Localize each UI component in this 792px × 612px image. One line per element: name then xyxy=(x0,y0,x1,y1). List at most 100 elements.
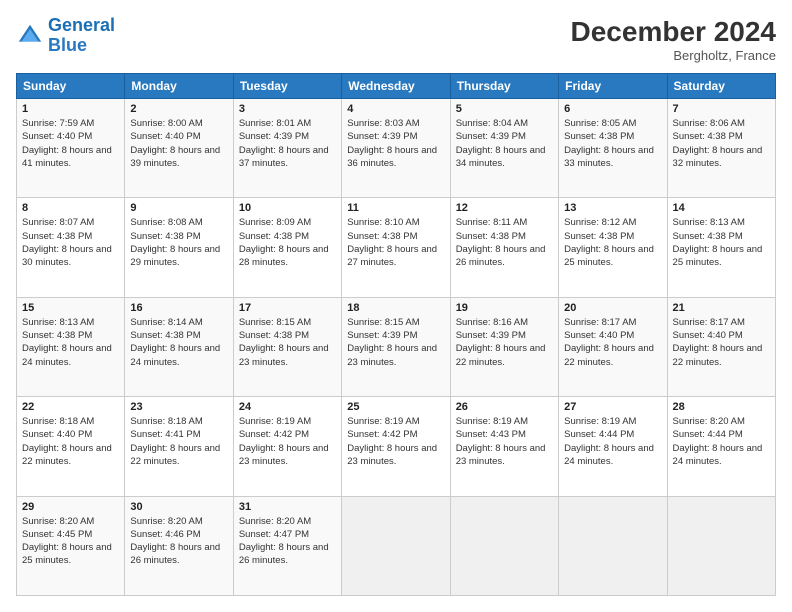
calendar-cell: 23 Sunrise: 8:18 AMSunset: 4:41 PMDayligh… xyxy=(125,397,233,496)
day-info: Sunrise: 8:03 AMSunset: 4:39 PMDaylight:… xyxy=(347,117,444,170)
day-info: Sunrise: 8:12 AMSunset: 4:38 PMDaylight:… xyxy=(564,216,661,269)
day-info: Sunrise: 8:10 AMSunset: 4:38 PMDaylight:… xyxy=(347,216,444,269)
day-number: 26 xyxy=(456,401,553,413)
calendar-cell xyxy=(450,496,558,595)
day-info: Sunrise: 8:17 AMSunset: 4:40 PMDaylight:… xyxy=(564,316,661,369)
calendar-cell: 11 Sunrise: 8:10 AMSunset: 4:38 PMDayligh… xyxy=(342,198,450,297)
col-header-friday: Friday xyxy=(559,74,667,99)
calendar-cell: 9 Sunrise: 8:08 AMSunset: 4:38 PMDaylight… xyxy=(125,198,233,297)
calendar-cell: 12 Sunrise: 8:11 AMSunset: 4:38 PMDayligh… xyxy=(450,198,558,297)
day-info: Sunrise: 8:08 AMSunset: 4:38 PMDaylight:… xyxy=(130,216,227,269)
day-number: 4 xyxy=(347,103,444,115)
day-info: Sunrise: 8:05 AMSunset: 4:38 PMDaylight:… xyxy=(564,117,661,170)
calendar-cell: 7 Sunrise: 8:06 AMSunset: 4:38 PMDaylight… xyxy=(667,99,775,198)
calendar-cell: 27Sunrise: 8:19 AMSunset: 4:44 PMDayligh… xyxy=(559,397,667,496)
day-number: 1 xyxy=(22,103,119,115)
day-info: Sunrise: 8:19 AMSunset: 4:43 PMDaylight:… xyxy=(456,415,553,468)
calendar-cell: 26 Sunrise: 8:19 AMSunset: 4:43 PMDayligh… xyxy=(450,397,558,496)
day-info: Sunrise: 8:00 AMSunset: 4:40 PMDaylight:… xyxy=(130,117,227,170)
col-header-monday: Monday xyxy=(125,74,233,99)
calendar-cell: 30Sunrise: 8:20 AMSunset: 4:46 PMDayligh… xyxy=(125,496,233,595)
day-info: Sunrise: 8:06 AMSunset: 4:38 PMDaylight:… xyxy=(673,117,770,170)
day-number: 3 xyxy=(239,103,336,115)
day-info: Sunrise: 8:14 AMSunset: 4:38 PMDaylight:… xyxy=(130,316,227,369)
day-number: 30 xyxy=(130,501,227,513)
day-info: Sunrise: 8:16 AMSunset: 4:39 PMDaylight:… xyxy=(456,316,553,369)
day-info: Sunrise: 8:20 AMSunset: 4:44 PMDaylight:… xyxy=(673,415,770,468)
calendar-cell: 3 Sunrise: 8:01 AMSunset: 4:39 PMDaylight… xyxy=(233,99,341,198)
day-info: Sunrise: 8:13 AMSunset: 4:38 PMDaylight:… xyxy=(22,316,119,369)
day-number: 5 xyxy=(456,103,553,115)
day-info: Sunrise: 8:19 AMSunset: 4:44 PMDaylight:… xyxy=(564,415,661,468)
day-number: 31 xyxy=(239,501,336,513)
calendar-cell xyxy=(559,496,667,595)
calendar-cell: 20Sunrise: 8:17 AMSunset: 4:40 PMDayligh… xyxy=(559,297,667,396)
day-number: 19 xyxy=(456,302,553,314)
day-info: Sunrise: 8:04 AMSunset: 4:39 PMDaylight:… xyxy=(456,117,553,170)
day-info: Sunrise: 8:18 AMSunset: 4:41 PMDaylight:… xyxy=(130,415,227,468)
calendar-cell: 6 Sunrise: 8:05 AMSunset: 4:38 PMDaylight… xyxy=(559,99,667,198)
day-info: Sunrise: 8:09 AMSunset: 4:38 PMDaylight:… xyxy=(239,216,336,269)
day-number: 9 xyxy=(130,202,227,214)
day-number: 25 xyxy=(347,401,444,413)
day-number: 13 xyxy=(564,202,661,214)
day-number: 8 xyxy=(22,202,119,214)
col-header-wednesday: Wednesday xyxy=(342,74,450,99)
logo-icon xyxy=(16,22,44,50)
day-info: Sunrise: 8:20 AMSunset: 4:47 PMDaylight:… xyxy=(239,515,336,568)
day-info: Sunrise: 8:17 AMSunset: 4:40 PMDaylight:… xyxy=(673,316,770,369)
calendar-cell: 21Sunrise: 8:17 AMSunset: 4:40 PMDayligh… xyxy=(667,297,775,396)
day-number: 23 xyxy=(130,401,227,413)
day-number: 10 xyxy=(239,202,336,214)
col-header-tuesday: Tuesday xyxy=(233,74,341,99)
calendar-cell: 17 Sunrise: 8:15 AMSunset: 4:38 PMDayligh… xyxy=(233,297,341,396)
logo: General Blue xyxy=(16,16,115,56)
day-number: 6 xyxy=(564,103,661,115)
day-info: Sunrise: 8:13 AMSunset: 4:38 PMDaylight:… xyxy=(673,216,770,269)
calendar-cell: 2 Sunrise: 8:00 AMSunset: 4:40 PMDaylight… xyxy=(125,99,233,198)
day-info: Sunrise: 8:07 AMSunset: 4:38 PMDaylight:… xyxy=(22,216,119,269)
day-info: Sunrise: 8:18 AMSunset: 4:40 PMDaylight:… xyxy=(22,415,119,468)
month-title: December 2024 xyxy=(571,16,776,48)
calendar-cell: 19 Sunrise: 8:16 AMSunset: 4:39 PMDayligh… xyxy=(450,297,558,396)
calendar-cell: 22 Sunrise: 8:18 AMSunset: 4:40 PMDayligh… xyxy=(17,397,125,496)
calendar-cell: 29 Sunrise: 8:20 AMSunset: 4:45 PMDayligh… xyxy=(17,496,125,595)
day-number: 28 xyxy=(673,401,770,413)
calendar-cell xyxy=(667,496,775,595)
day-number: 29 xyxy=(22,501,119,513)
day-info: Sunrise: 8:11 AMSunset: 4:38 PMDaylight:… xyxy=(456,216,553,269)
calendar-cell: 31 Sunrise: 8:20 AMSunset: 4:47 PMDayligh… xyxy=(233,496,341,595)
day-info: Sunrise: 8:15 AMSunset: 4:38 PMDaylight:… xyxy=(239,316,336,369)
calendar-cell: 4 Sunrise: 8:03 AMSunset: 4:39 PMDaylight… xyxy=(342,99,450,198)
logo-text: General Blue xyxy=(48,16,115,56)
day-number: 16 xyxy=(130,302,227,314)
day-info: Sunrise: 8:15 AMSunset: 4:39 PMDaylight:… xyxy=(347,316,444,369)
calendar-cell: 8 Sunrise: 8:07 AMSunset: 4:38 PMDaylight… xyxy=(17,198,125,297)
col-header-sunday: Sunday xyxy=(17,74,125,99)
calendar-cell: 25 Sunrise: 8:19 AMSunset: 4:42 PMDayligh… xyxy=(342,397,450,496)
location: Bergholtz, France xyxy=(571,48,776,63)
day-number: 11 xyxy=(347,202,444,214)
day-number: 22 xyxy=(22,401,119,413)
calendar-table: SundayMondayTuesdayWednesdayThursdayFrid… xyxy=(16,73,776,596)
day-number: 14 xyxy=(673,202,770,214)
calendar-cell: 28 Sunrise: 8:20 AMSunset: 4:44 PMDayligh… xyxy=(667,397,775,496)
day-number: 12 xyxy=(456,202,553,214)
calendar-cell: 16 Sunrise: 8:14 AMSunset: 4:38 PMDayligh… xyxy=(125,297,233,396)
day-info: Sunrise: 8:20 AMSunset: 4:45 PMDaylight:… xyxy=(22,515,119,568)
day-number: 15 xyxy=(22,302,119,314)
header: General Blue December 2024 Bergholtz, Fr… xyxy=(16,16,776,63)
calendar-cell: 5 Sunrise: 8:04 AMSunset: 4:39 PMDaylight… xyxy=(450,99,558,198)
day-info: Sunrise: 8:19 AMSunset: 4:42 PMDaylight:… xyxy=(239,415,336,468)
calendar-cell: 24Sunrise: 8:19 AMSunset: 4:42 PMDayligh… xyxy=(233,397,341,496)
day-info: Sunrise: 8:19 AMSunset: 4:42 PMDaylight:… xyxy=(347,415,444,468)
calendar-cell: 14 Sunrise: 8:13 AMSunset: 4:38 PMDayligh… xyxy=(667,198,775,297)
day-info: Sunrise: 8:01 AMSunset: 4:39 PMDaylight:… xyxy=(239,117,336,170)
calendar-cell: 10 Sunrise: 8:09 AMSunset: 4:38 PMDayligh… xyxy=(233,198,341,297)
title-block: December 2024 Bergholtz, France xyxy=(571,16,776,63)
day-number: 7 xyxy=(673,103,770,115)
day-number: 2 xyxy=(130,103,227,115)
col-header-saturday: Saturday xyxy=(667,74,775,99)
day-number: 17 xyxy=(239,302,336,314)
logo-line1: General xyxy=(48,15,115,35)
